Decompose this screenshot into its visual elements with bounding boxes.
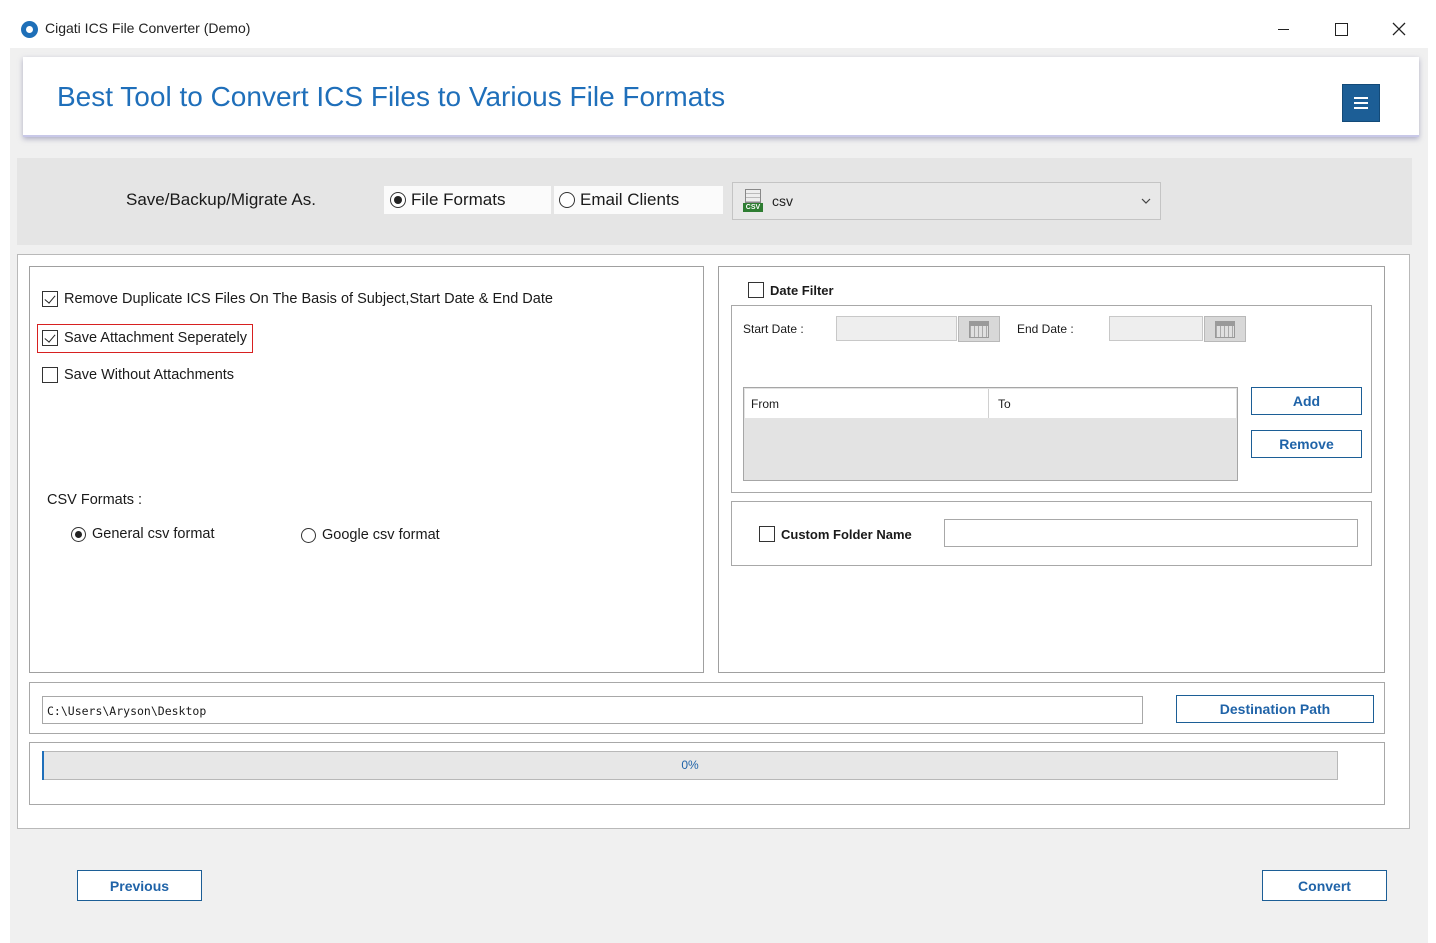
save-attachment-checkbox[interactable]: Save Attachment Seperately (42, 330, 247, 346)
file-formats-radio[interactable]: File Formats (384, 186, 551, 214)
destination-path-input[interactable]: C:\Users\Aryson\Desktop (42, 696, 1143, 724)
remove-button[interactable]: Remove (1251, 430, 1362, 458)
maximize-icon (1334, 22, 1348, 36)
general-csv-radio[interactable]: General csv format (71, 526, 215, 542)
radio-selected-icon (390, 192, 406, 208)
start-date-input[interactable] (836, 316, 957, 341)
radio-label: Email Clients (580, 190, 680, 209)
start-date-calendar-button[interactable] (958, 316, 1000, 342)
checkbox-unchecked-icon (748, 282, 764, 298)
start-date-label: Start Date : (743, 322, 804, 336)
minimize-icon (1277, 28, 1289, 30)
remove-duplicates-checkbox[interactable]: Remove Duplicate ICS Files On The Basis … (42, 291, 553, 307)
radio-unselected-icon (301, 527, 316, 543)
column-header-from: From (751, 397, 779, 411)
save-without-attachments-checkbox[interactable]: Save Without Attachments (42, 367, 234, 383)
custom-folder-checkbox[interactable]: Custom Folder Name (759, 526, 912, 542)
csv-file-icon: CSV (743, 189, 763, 213)
radio-unselected-icon (559, 192, 575, 208)
convert-button[interactable]: Convert (1262, 870, 1387, 901)
checkbox-unchecked-icon (42, 367, 58, 383)
checkbox-label: Save Attachment Seperately (64, 330, 247, 346)
custom-folder-input[interactable] (944, 519, 1358, 547)
email-clients-radio[interactable]: Email Clients (554, 186, 723, 214)
end-date-input[interactable] (1109, 316, 1203, 341)
column-header-to: To (998, 397, 1011, 411)
banner-title: Best Tool to Convert ICS Files to Variou… (57, 81, 726, 112)
radio-label: General csv format (92, 526, 215, 542)
table-header-row (745, 389, 1236, 418)
csv-icon-text: CSV (743, 203, 763, 212)
app-logo-icon (21, 21, 38, 38)
format-value: csv (772, 193, 793, 209)
menu-button[interactable] (1342, 84, 1380, 122)
checkbox-label: Remove Duplicate ICS Files On The Basis … (64, 291, 553, 307)
radio-label: Google csv format (322, 527, 440, 543)
checkbox-label: Custom Folder Name (781, 526, 912, 542)
maximize-button[interactable] (1318, 10, 1364, 48)
window-title: Cigati ICS File Converter (Demo) (45, 20, 251, 36)
date-filter-checkbox[interactable]: Date Filter (748, 282, 834, 298)
checkbox-unchecked-icon (759, 526, 775, 542)
checkbox-checked-icon (42, 330, 58, 346)
add-button[interactable]: Add (1251, 387, 1362, 415)
save-as-label: Save/Backup/Migrate As. (126, 190, 316, 209)
format-dropdown[interactable]: CSV csv (732, 182, 1161, 220)
calendar-icon (1215, 320, 1235, 338)
google-csv-radio[interactable]: Google csv format (301, 527, 440, 543)
end-date-calendar-button[interactable] (1204, 316, 1246, 342)
csv-formats-label: CSV Formats : (47, 492, 143, 508)
chevron-down-icon (1141, 198, 1151, 204)
minimize-button[interactable] (1260, 10, 1306, 48)
checkbox-checked-icon (42, 291, 58, 307)
checkbox-label: Save Without Attachments (64, 367, 235, 383)
radio-selected-icon (71, 526, 86, 542)
column-divider (988, 389, 989, 418)
end-date-label: End Date : (1017, 322, 1074, 336)
calendar-icon (969, 320, 989, 338)
close-icon (1392, 22, 1406, 36)
previous-button[interactable]: Previous (77, 870, 202, 901)
destination-path-button[interactable]: Destination Path (1176, 695, 1374, 723)
progress-label: 0% (681, 758, 699, 772)
close-button[interactable] (1376, 10, 1422, 48)
hamburger-menu-icon (1354, 97, 1368, 99)
checkbox-label: Date Filter (770, 282, 834, 298)
radio-label: File Formats (411, 190, 506, 209)
